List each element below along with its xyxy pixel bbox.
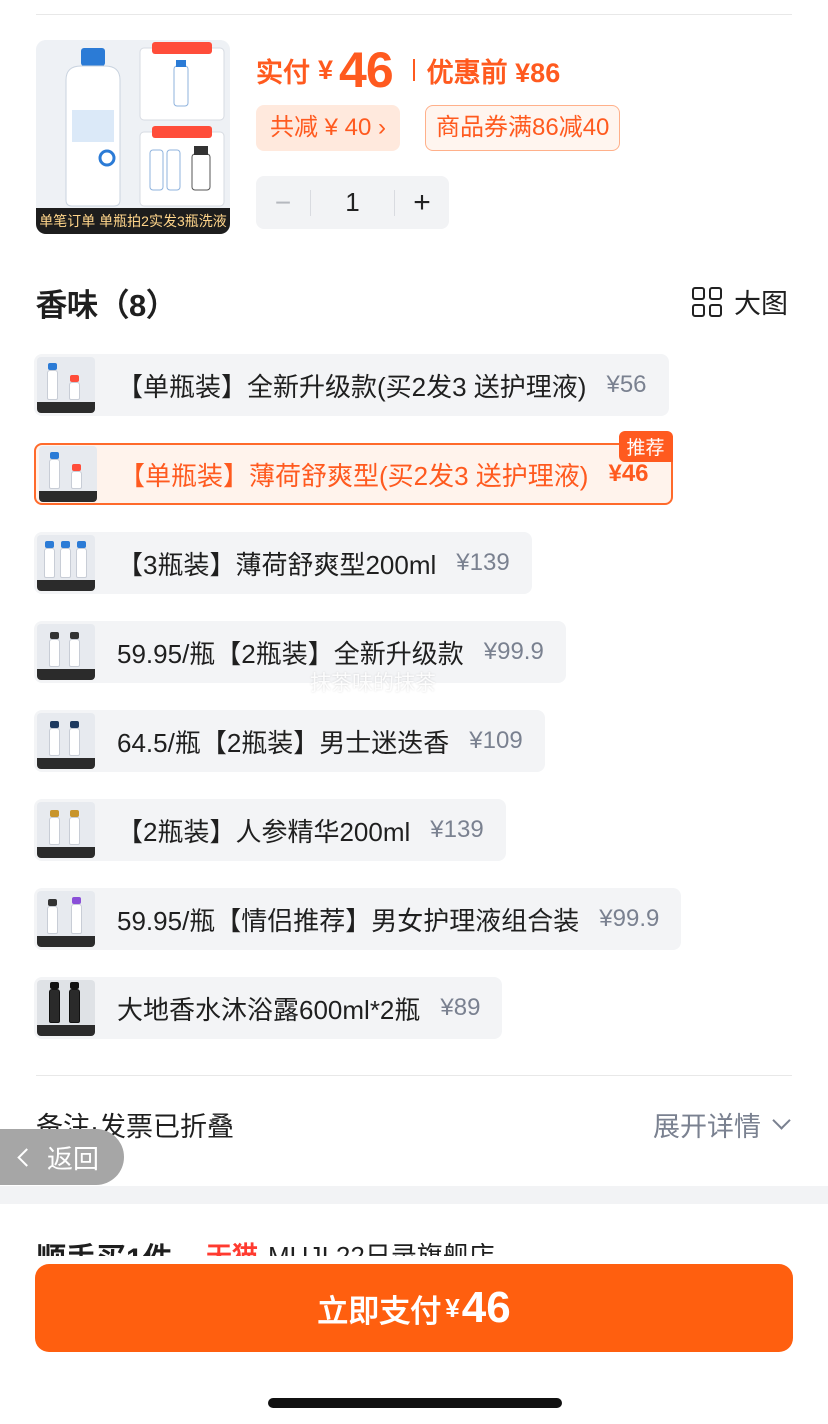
variant-price: ¥139	[456, 549, 510, 576]
chevron-left-icon	[17, 1147, 36, 1167]
increase-button[interactable]: +	[395, 186, 449, 220]
variant-option[interactable]: 【2瓶装】人参精华200ml ¥139	[34, 799, 506, 861]
variant-thumbnail	[37, 624, 95, 680]
large-image-label: 大图	[734, 289, 788, 319]
thumb-caption: 单笔订单 单瓶拍2实发3瓶洗液	[36, 208, 230, 234]
add-on-store: 天猫 MUJI 22日录旗舰店	[206, 1236, 495, 1256]
variant-price: ¥139	[430, 816, 484, 843]
variant-option[interactable]: 59.95/瓶【情侣推荐】男女护理液组合装 ¥99.9	[34, 888, 682, 950]
chevron-down-icon	[772, 1111, 791, 1130]
pay-amount: 46	[339, 42, 394, 98]
variant-thumbnail	[39, 446, 97, 502]
coupon-tag: 商品券满86减40	[425, 105, 621, 151]
product-image[interactable]: 单笔订单 单瓶拍2实发3瓶洗液	[36, 40, 230, 234]
variant-option[interactable]: 大地香水沐浴露600ml*2瓶 ¥89	[34, 977, 503, 1039]
variant-price: ¥99.9	[483, 638, 544, 665]
variant-option[interactable]: 【3瓶装】薄荷舒爽型200ml ¥139	[34, 532, 532, 594]
variant-thumbnail	[37, 357, 95, 413]
variant-name: 59.95/瓶【2瓶装】全新升级款	[117, 638, 464, 669]
pay-label: 实付	[256, 57, 310, 88]
pay-now-button[interactable]: 立即支付 ¥ 46	[35, 1264, 793, 1352]
original-price: 优惠前 ¥86	[426, 57, 561, 88]
variant-price: ¥56	[606, 371, 647, 398]
variant-thumbnail	[37, 891, 95, 947]
variant-price: ¥89	[440, 994, 481, 1021]
variant-option[interactable]: 59.95/瓶【2瓶装】全新升级款 ¥99.9	[34, 621, 566, 683]
pay-currency: ¥	[318, 54, 334, 85]
back-button[interactable]: 返回	[0, 1129, 124, 1185]
variant-name: 64.5/瓶【2瓶装】男士迷迭香	[117, 727, 450, 758]
variant-name: 【单瓶装】薄荷舒爽型(买2发3 送护理液)	[119, 460, 589, 491]
pay-now-amount: 46	[461, 1283, 511, 1332]
variant-option[interactable]: 【单瓶装】全新升级款(买2发3 送护理液) ¥56	[34, 354, 669, 416]
recommend-badge: 推荐	[618, 431, 673, 462]
section-divider	[36, 1075, 792, 1076]
variant-section-title: 香味（8）	[36, 288, 178, 323]
variant-option[interactable]: 64.5/瓶【2瓶装】男士迷迭香 ¥109	[34, 710, 545, 772]
variant-name: 【3瓶装】薄荷舒爽型200ml	[117, 549, 437, 580]
large-image-toggle[interactable]: 大图	[692, 282, 788, 321]
quantity-stepper: − 1 +	[256, 176, 449, 229]
expand-details-label: 展开详情	[653, 1112, 761, 1142]
back-label: 返回	[47, 1143, 100, 1174]
top-divider	[36, 14, 792, 15]
decrease-button[interactable]: −	[256, 187, 310, 219]
variant-thumbnail	[37, 980, 95, 1036]
variant-thumbnail	[37, 713, 95, 769]
variant-name: 【单瓶装】全新升级款(买2发3 送护理液)	[117, 371, 587, 402]
variant-option-selected[interactable]: 【单瓶装】薄荷舒爽型(买2发3 送护理液) ¥46 推荐	[34, 431, 673, 505]
add-on-section-peek: 顺手买1件 天猫 MUJI 22日录旗舰店	[36, 1230, 792, 1256]
variant-thumbnail	[37, 802, 95, 858]
variant-price: ¥109	[469, 727, 523, 754]
discount-total-button[interactable]: 共减 ¥ 40 ›	[256, 105, 401, 151]
pay-now-label: 立即支付	[317, 1293, 442, 1329]
variant-price: ¥99.9	[599, 905, 660, 932]
tmall-tag: 天猫	[206, 1241, 259, 1256]
price-row: 实付 ¥ 46 优惠前 ¥86	[256, 42, 560, 98]
product-bottle-illustration	[36, 40, 230, 208]
variant-name: 大地香水沐浴露600ml*2瓶	[117, 994, 421, 1025]
expand-details-link[interactable]: 展开详情	[653, 1105, 791, 1144]
variant-price: ¥46	[608, 460, 649, 487]
grid-icon	[692, 286, 722, 317]
variant-thumbnail	[37, 535, 95, 591]
home-indicator[interactable]	[268, 1398, 562, 1408]
variant-name: 【2瓶装】人参精华200ml	[117, 816, 411, 847]
price-separator	[412, 59, 415, 81]
quantity-value[interactable]: 1	[311, 187, 394, 218]
watermark: 抹茶味的抹茶	[310, 672, 436, 695]
variant-name: 59.95/瓶【情侣推荐】男女护理液组合装	[117, 905, 580, 936]
store-name: MUJI 22日录旗舰店	[268, 1241, 495, 1256]
add-on-title: 顺手买1件	[36, 1234, 173, 1256]
section-gap	[0, 1186, 828, 1204]
pay-now-currency: ¥	[445, 1292, 460, 1323]
